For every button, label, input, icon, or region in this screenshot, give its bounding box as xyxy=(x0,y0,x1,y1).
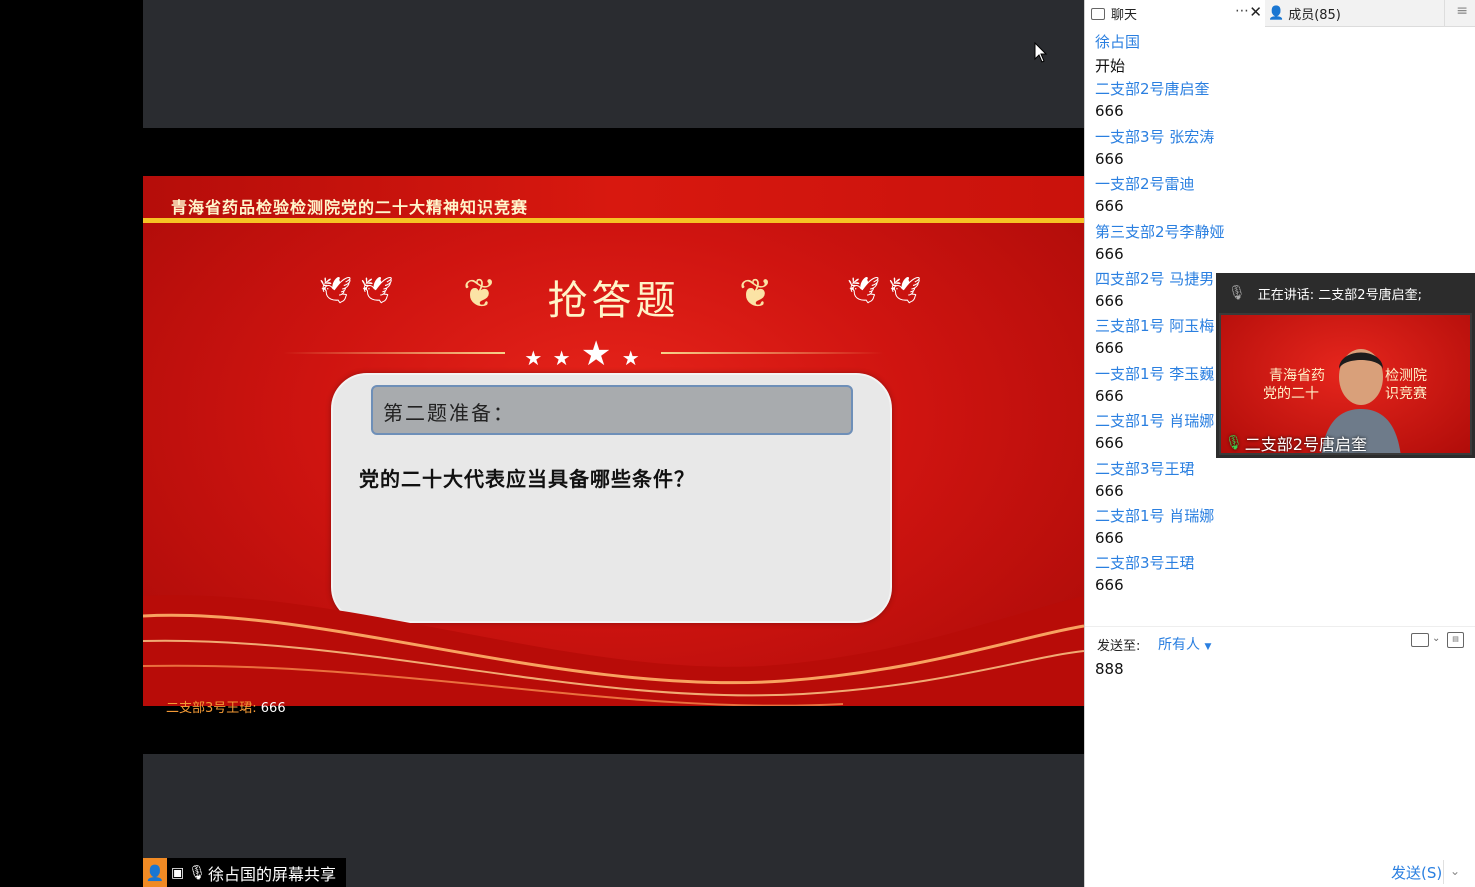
danmaku-message: 666 xyxy=(256,701,286,716)
share-status-label: 徐占国的屏幕共享 xyxy=(208,864,337,884)
screenshot-icon[interactable]: ▤ xyxy=(1447,632,1464,648)
presentation-slide: 青海省药品检验检测院党的二十大精神知识竞赛 🕊 🕊 🕊 🕊 ❦ ❦ 抢答题 ★ … xyxy=(143,176,1084,706)
red-silk-waves xyxy=(143,595,1084,706)
chat-sender-name[interactable]: 二支部3号王珺 xyxy=(1095,552,1195,573)
chat-sender-name[interactable]: 一支部2号雷迪 xyxy=(1095,173,1195,194)
divider-right xyxy=(661,352,883,354)
chat-message-text: 666 xyxy=(1095,434,1124,453)
chat-message-text: 666 xyxy=(1095,576,1124,595)
send-options-chevron-icon[interactable]: ⌄ xyxy=(1450,864,1460,878)
microphone-muted-icon: 🎙 xyxy=(1228,285,1246,301)
video-frame: 青海省药 党的二十 检测院 识竞赛 🎙 二支部2号唐启奎 xyxy=(1219,313,1472,455)
chat-message-text: 666 xyxy=(1095,102,1124,121)
chat-sender-name[interactable]: 徐占国 xyxy=(1095,31,1140,52)
chat-message: 一支部3号 张宏涛 666 xyxy=(1095,126,1465,173)
chat-sender-name[interactable]: 三支部1号 阿玉梅 xyxy=(1095,315,1214,336)
share-status-bar[interactable]: 👤 ▣ 🎙 徐占国的屏幕共享 xyxy=(143,858,346,887)
speaking-label: 正在讲话: 二支部2号唐启奎; xyxy=(1257,287,1422,303)
chat-sender-name[interactable]: 一支部1号 李玉巍 xyxy=(1095,363,1214,384)
divider-left xyxy=(283,352,505,354)
chat-sender-name[interactable]: 一支部3号 张宏涛 xyxy=(1095,126,1214,147)
chat-message: 二支部1号 肖瑞娜 666 xyxy=(1095,505,1465,552)
chat-sender-name[interactable]: 第三支部2号李静娅 xyxy=(1095,221,1225,242)
danmaku-sender: 二支部3号王珺: xyxy=(166,701,257,716)
chat-message-text: 开始 xyxy=(1095,57,1126,75)
slide-main-title: 抢答题 xyxy=(547,278,680,324)
mouse-cursor-icon xyxy=(1034,42,1048,63)
chat-message: 徐占国 开始 xyxy=(1095,31,1465,78)
chat-message: 一支部2号雷迪 666 xyxy=(1095,173,1465,220)
more-options-icon[interactable]: ⋯ xyxy=(1235,3,1249,19)
active-speaker-video[interactable]: 🎙 正在讲话: 二支部2号唐启奎; 青海省药 党的二十 检测院 识竞赛 🎙 二支… xyxy=(1216,273,1475,458)
send-to-bar: 发送至: 所有人 ▼ ⌄ ▤ xyxy=(1085,626,1475,658)
close-icon[interactable]: ✕ xyxy=(1249,3,1262,21)
chevron-down-icon: ▼ xyxy=(1204,642,1212,652)
send-to-value: 所有人 xyxy=(1158,637,1200,653)
file-folder-icon[interactable] xyxy=(1411,633,1429,647)
presenter-avatar-icon: 👤 xyxy=(143,858,167,887)
menu-icon[interactable]: ≡ xyxy=(1456,3,1468,19)
chat-sender-name[interactable]: 二支部1号 肖瑞娜 xyxy=(1095,410,1214,431)
tab-members-label: 成员(85) xyxy=(1288,8,1341,23)
chat-message-text: 666 xyxy=(1095,149,1124,168)
chat-message-text: 666 xyxy=(1095,339,1124,358)
tab-chat-label: 聊天 xyxy=(1111,8,1138,23)
chat-message-input[interactable] xyxy=(1095,660,1465,678)
send-to-label: 发送至: xyxy=(1097,639,1141,654)
tab-divider xyxy=(1444,0,1445,27)
members-icon: 👤 xyxy=(1268,6,1285,21)
panel-tabs: 聊天 ⋯ ✕ 👤 成员(85) ≡ xyxy=(1085,0,1475,27)
file-dropdown-chevron-icon[interactable]: ⌄ xyxy=(1432,633,1440,644)
chat-message-text: 666 xyxy=(1095,244,1124,263)
screen-share-icon: ▣ xyxy=(171,864,185,881)
chat-message-text: 666 xyxy=(1095,291,1124,310)
speaker-bar: 🎙 正在讲话: 二支部2号唐启奎; xyxy=(1216,273,1475,313)
send-to-dropdown[interactable]: 所有人 ▼ xyxy=(1158,634,1211,654)
tab-chat[interactable]: 聊天 ⋯ ✕ xyxy=(1085,0,1265,27)
microphone-icon: 🎙 xyxy=(188,864,207,881)
chat-message-text: 666 xyxy=(1095,481,1124,500)
question-text: 党的二十大代表应当具备哪些条件？ xyxy=(359,467,695,491)
danmaku-comment: 二支部3号王珺: 666 xyxy=(166,697,286,716)
send-divider xyxy=(1443,860,1444,884)
chat-sender-name[interactable]: 四支部2号 马捷男 xyxy=(1095,268,1214,289)
chat-sender-name[interactable]: 二支部3号王珺 xyxy=(1095,458,1195,479)
chat-message: 第三支部2号李静娅 666 xyxy=(1095,221,1465,268)
chat-message: 二支部3号王珺 666 xyxy=(1095,552,1465,599)
chat-icon xyxy=(1091,7,1105,20)
video-caption: 🎙 二支部2号唐启奎 xyxy=(1225,431,1367,454)
screen-share-area: 青海省药品检验检测院党的二十大精神知识竞赛 🕊 🕊 🕊 🕊 ❦ ❦ 抢答题 ★ … xyxy=(0,0,1084,887)
tab-members[interactable]: 👤 成员(85) xyxy=(1268,0,1341,27)
share-background-top xyxy=(143,0,1084,128)
chat-message-text: 666 xyxy=(1095,197,1124,216)
chat-sender-name[interactable]: 二支部1号 肖瑞娜 xyxy=(1095,505,1214,526)
video-caption-name: 二支部2号唐启奎 xyxy=(1244,435,1367,454)
question-label: 第二题准备： xyxy=(371,385,853,435)
chat-message: 二支部3号王珺 666 xyxy=(1095,458,1465,505)
chat-message: 二支部2号唐启奎 666 xyxy=(1095,78,1465,125)
send-button[interactable]: 发送(S) xyxy=(1391,862,1442,883)
microphone-active-icon: 🎙 xyxy=(1225,435,1243,451)
chat-sender-name[interactable]: 二支部2号唐启奎 xyxy=(1095,78,1210,99)
chat-message-text: 666 xyxy=(1095,528,1124,547)
slide-header-gold-line xyxy=(143,218,1084,223)
video-slide-text-1: 青海省药 xyxy=(1269,368,1325,384)
slide-header-title: 青海省药品检验检测院党的二十大精神知识竞赛 xyxy=(171,198,529,217)
chat-message-text: 666 xyxy=(1095,386,1124,405)
video-slide-text-2: 党的二十 xyxy=(1263,386,1319,402)
